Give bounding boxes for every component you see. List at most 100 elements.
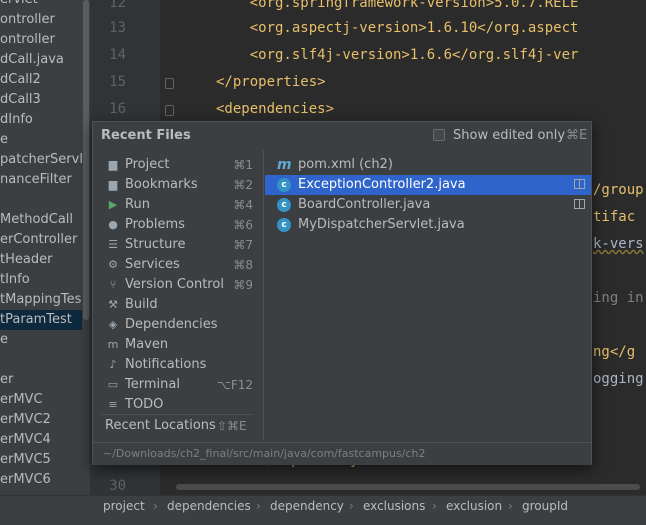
bookmark-icon: ▆ <box>108 178 118 191</box>
tool-window-shortcut: ⌘6 <box>233 218 253 232</box>
tool-window-item[interactable]: ☰ Structure ⌘7 <box>103 235 253 255</box>
scrollbar-thumb[interactable] <box>83 0 89 320</box>
breadcrumb-item[interactable]: dependencies <box>167 499 251 513</box>
breadcrumb: project › dependencies › dependency › ex… <box>0 495 646 518</box>
line-number: 15 <box>109 74 126 90</box>
code-line[interactable]: <org.aspectj-version>1.6.10</org.aspect <box>216 20 579 36</box>
tree-item[interactable]: erMVC6 <box>0 470 82 490</box>
status-strip <box>0 517 646 525</box>
code-line[interactable]: <org.slf4j-version>1.6.6</org.slf4j-ver <box>216 47 579 63</box>
breadcrumb-item[interactable]: groupId <box>522 499 568 513</box>
tool-window-item[interactable]: ⚒ Build <box>103 295 253 315</box>
tool-window-label: Run <box>125 197 150 212</box>
tool-window-item[interactable]: ▭ Terminal ⌥F12 <box>103 375 253 395</box>
todo-icon: ≡ <box>108 398 118 411</box>
project-tree: ervletontrollerontrollerdCall.javadCall2… <box>0 0 82 495</box>
line-number: 14 <box>109 47 126 63</box>
tool-window-label: Maven <box>125 337 169 352</box>
chevron-right-icon: › <box>508 499 513 513</box>
tree-item[interactable]: tParamTest <box>0 310 82 330</box>
horizontal-scrollbar[interactable] <box>176 484 640 490</box>
tree-item[interactable] <box>0 190 82 210</box>
tree-item[interactable]: tMappingTes <box>0 290 82 310</box>
vcs-icon: ⑂ <box>109 278 117 291</box>
tool-window-shortcut: ⌘8 <box>233 258 253 272</box>
breadcrumb-item[interactable]: dependency <box>270 499 344 513</box>
tool-window-shortcut: ⌘7 <box>233 238 253 252</box>
structure-icon: ☰ <box>108 238 118 251</box>
code-fragment: ogging <box>593 371 644 387</box>
code-line[interactable]: <org.springframework-version>5.0.7.RELE <box>216 0 579 11</box>
tree-item[interactable]: MethodCall <box>0 210 82 230</box>
show-edited-label[interactable]: Show edited only <box>453 128 565 143</box>
tree-item[interactable]: ervlet <box>0 0 82 10</box>
tool-window-label: Version Control <box>125 277 224 292</box>
file-name: pom.xml (ch2) <box>298 157 393 172</box>
tree-item[interactable]: ontroller <box>0 30 82 50</box>
chevron-right-icon: › <box>349 499 354 513</box>
tool-window-item[interactable]: ⚙ Services ⌘8 <box>103 255 253 275</box>
tool-window-shortcut: ⌘1 <box>233 158 253 172</box>
tool-window-label: Services <box>125 257 180 272</box>
open-in-split-icon[interactable] <box>574 199 585 209</box>
tree-item[interactable]: dCall2 <box>0 70 82 90</box>
breadcrumb-item[interactable]: project <box>103 499 145 513</box>
breadcrumb-item[interactable]: exclusions <box>363 499 425 513</box>
file-path-bar: ~/Downloads/ch2_final/src/main/java/com/… <box>93 442 591 465</box>
tree-item[interactable]: erMVC4 <box>0 430 82 450</box>
tree-item[interactable]: er <box>0 370 82 390</box>
fold-marker-icon[interactable] <box>165 78 174 89</box>
tree-item[interactable]: erMVC <box>0 390 82 410</box>
maven-file-icon: m <box>277 157 292 173</box>
tree-item[interactable]: dCall3 <box>0 90 82 110</box>
tree-item[interactable]: erMVC5 <box>0 450 82 470</box>
line-number: 12 <box>109 0 126 11</box>
java-class-icon: c <box>277 218 291 232</box>
tree-item[interactable]: e <box>0 330 82 350</box>
recent-file-item[interactable]: c MyDispatcherServlet.java <box>265 215 591 235</box>
tool-window-label: Dependencies <box>125 317 218 332</box>
fold-marker-icon[interactable] <box>165 105 174 116</box>
project-tree-scrollbar[interactable] <box>82 0 90 495</box>
tree-item[interactable]: tInfo <box>0 270 82 290</box>
dependencies-icon: ◈ <box>108 318 118 331</box>
maven-icon: m <box>107 338 119 351</box>
tool-window-label: Structure <box>125 237 186 252</box>
tree-item[interactable]: e <box>0 130 82 150</box>
line-number: 30 <box>109 478 126 494</box>
tool-window-item[interactable]: ▆ Project ⌘1 <box>103 155 253 175</box>
tool-window-item[interactable]: ● Problems ⌘6 <box>103 215 253 235</box>
divider <box>263 150 264 440</box>
tree-item[interactable]: tHeader <box>0 250 82 270</box>
line-number: 13 <box>109 20 126 36</box>
tool-window-label: Project <box>125 157 170 172</box>
tool-window-label: Bookmarks <box>125 177 198 192</box>
tree-item[interactable]: dInfo <box>0 110 82 130</box>
tree-item[interactable]: dCall.java <box>0 50 82 70</box>
tool-window-item[interactable]: ♪ Notifications <box>103 355 253 375</box>
code-fragment: tifac <box>593 209 636 225</box>
tree-item[interactable]: nanceFilter <box>0 170 82 190</box>
recent-file-item[interactable]: c BoardController.java <box>265 195 591 215</box>
recent-file-item[interactable]: m pom.xml (ch2) <box>265 155 591 175</box>
tree-item[interactable]: erController <box>0 230 82 250</box>
code-line[interactable]: </properties> <box>216 74 326 90</box>
tool-window-item[interactable]: ⑂ Version Control ⌘9 <box>103 275 253 295</box>
recent-file-item[interactable]: c ExceptionController2.java <box>265 175 591 195</box>
tree-item[interactable]: patcherServle <box>0 150 82 170</box>
open-in-split-icon[interactable] <box>574 179 585 189</box>
tool-window-label: Notifications <box>125 357 207 372</box>
tool-window-item[interactable]: m Maven <box>103 335 253 355</box>
breadcrumb-item[interactable]: exclusion <box>446 499 502 513</box>
tool-window-label: TODO <box>125 397 164 412</box>
tree-item[interactable] <box>0 350 82 370</box>
show-edited-checkbox[interactable] <box>433 129 445 141</box>
tool-window-item[interactable]: ≡ TODO <box>103 395 253 415</box>
tool-window-item[interactable]: ▆ Bookmarks ⌘2 <box>103 175 253 195</box>
recent-locations-link[interactable]: Recent Locations <box>105 418 216 433</box>
tree-item[interactable]: ontroller <box>0 10 82 30</box>
tool-window-item[interactable]: ◈ Dependencies <box>103 315 253 335</box>
tool-window-item[interactable]: ▶ Run ⌘4 <box>103 195 253 215</box>
tree-item[interactable]: erMVC2 <box>0 410 82 430</box>
code-line[interactable]: <dependencies> <box>216 101 334 117</box>
